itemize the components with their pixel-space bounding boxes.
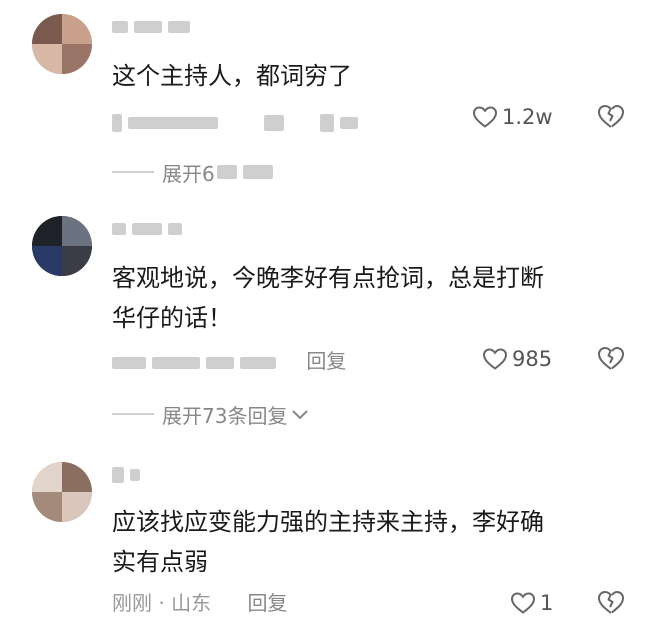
- username-blurred[interactable]: [112, 464, 146, 486]
- broken-heart-icon[interactable]: [596, 345, 626, 375]
- broken-heart-icon[interactable]: [596, 103, 626, 133]
- expand-replies-button[interactable]: 展开73条回复: [112, 400, 309, 428]
- expand-label: 展开73条回复: [162, 403, 288, 428]
- like-count: 1.2w: [502, 105, 553, 129]
- comment-text: 这个主持人，都词穷了: [112, 62, 352, 90]
- comment-text-line-1: 客观地说，今晚李好有点抢词，总是打断: [112, 264, 544, 292]
- comment-meta-blurred: [112, 108, 364, 134]
- broken-heart-icon[interactable]: [596, 589, 626, 619]
- expand-label: 展开6: [162, 161, 215, 186]
- like-count: 985: [512, 347, 553, 371]
- comment-meta: 回复: [112, 348, 346, 374]
- reply-button[interactable]: 回复: [247, 591, 287, 615]
- heart-outline-icon: [510, 591, 536, 615]
- timestamp-location: 刚刚 · 山东: [112, 591, 212, 615]
- like-button[interactable]: 1.2w: [472, 102, 553, 132]
- heart-outline-icon: [482, 347, 508, 371]
- avatar[interactable]: [32, 216, 92, 276]
- username-blurred[interactable]: [112, 218, 188, 240]
- expand-replies-button[interactable]: 展开6: [112, 158, 279, 186]
- comment-text-line-2: 华仔的话！: [112, 304, 232, 332]
- reply-button[interactable]: 回复: [306, 349, 346, 373]
- avatar[interactable]: [32, 462, 92, 522]
- username-blurred[interactable]: [112, 16, 196, 38]
- heart-outline-icon: [472, 105, 498, 129]
- like-count: 1: [540, 591, 554, 615]
- like-button[interactable]: 985: [482, 344, 552, 374]
- divider: [112, 171, 154, 173]
- like-button[interactable]: 1: [510, 588, 553, 618]
- chevron-down-icon: [291, 402, 309, 426]
- comment-text-line-1: 应该找应变能力强的主持来主持，李好确: [112, 508, 544, 536]
- divider: [112, 413, 154, 415]
- avatar[interactable]: [32, 14, 92, 74]
- comment-meta: 刚刚 · 山东 回复: [112, 590, 287, 616]
- comment-text-line-2: 实有点弱: [112, 548, 208, 576]
